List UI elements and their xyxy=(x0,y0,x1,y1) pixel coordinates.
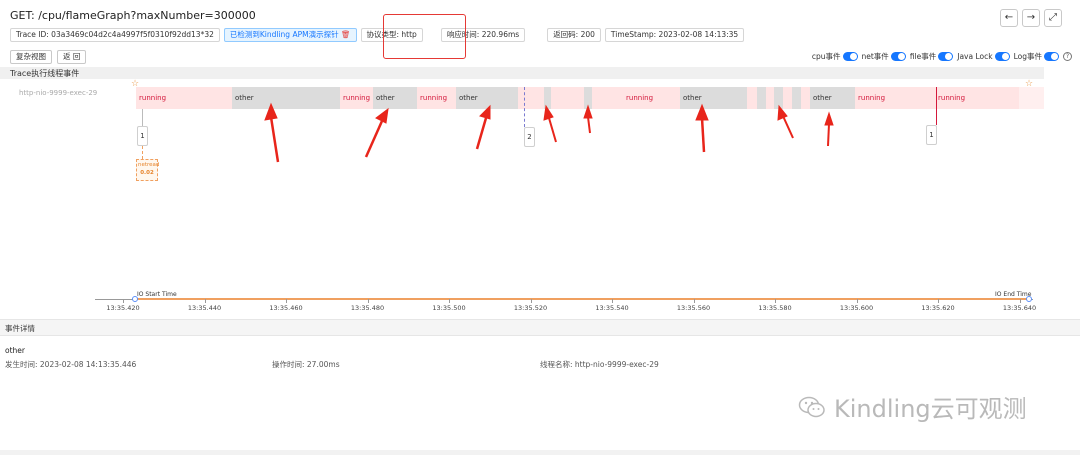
axis-tick xyxy=(1019,299,1021,303)
details-header-bar xyxy=(0,319,1080,336)
axis-tick-label: 13:35.420 xyxy=(106,304,140,312)
axis-tick-label: 13:35.480 xyxy=(350,304,385,312)
annotation-arrow-head xyxy=(695,103,709,121)
detail-duration: 操作时间: 27.00ms xyxy=(272,360,340,369)
watermark: Kindling云可观测 xyxy=(798,389,1027,424)
axis-tick-label: 13:35.520 xyxy=(513,304,548,312)
axis-tick xyxy=(123,299,124,303)
axis-tick xyxy=(449,299,450,303)
wechat-icon xyxy=(798,396,825,417)
annotation-arrow-head xyxy=(264,102,278,121)
details-section-title: 事件详情 xyxy=(5,324,35,333)
annotation-arrow-head xyxy=(543,104,554,121)
annotation-arrow xyxy=(475,117,488,150)
annotation-arrow xyxy=(782,115,794,139)
annotation-arrow xyxy=(827,123,830,147)
detail-occur-time: 发生时间: 2023-02-08 14:13:35.446 xyxy=(5,360,137,369)
axis-tick xyxy=(938,299,939,303)
axis-tick xyxy=(693,299,695,303)
bottom-strip xyxy=(0,450,1080,455)
annotation-arrows xyxy=(264,102,834,163)
io-start-label: IO Start Time xyxy=(137,291,177,298)
annotation-arrow-head xyxy=(777,104,788,121)
axis-tick-label: 13:35.600 xyxy=(839,304,874,312)
detail-event-name: other xyxy=(5,346,25,355)
annotation-arrow xyxy=(269,116,280,163)
annotation-arrow-head xyxy=(375,107,389,124)
watermark-text: Kindling云可观测 xyxy=(834,395,1027,423)
axis-tick-label: 13:35.440 xyxy=(187,304,222,312)
annotation-arrow-head xyxy=(479,104,491,120)
annotation-arrow xyxy=(548,117,557,143)
axis-tick-label: 13:35.640 xyxy=(1002,304,1037,312)
annotation-arrow-head xyxy=(583,104,593,119)
annotation-arrow-head xyxy=(824,111,834,126)
axis-tick xyxy=(856,299,858,303)
axis-tick xyxy=(612,299,613,303)
annotation-arrow xyxy=(700,117,706,153)
io-end-label: IO End Time xyxy=(995,291,1032,298)
annotation-arrow xyxy=(587,116,591,134)
detail-thread-name: 线程名称: http-nio-9999-exec-29 xyxy=(540,360,659,369)
axis-tick-label: 13:35.540 xyxy=(595,304,629,312)
axis-tick xyxy=(367,299,369,303)
axis-tick xyxy=(530,299,532,303)
axis-tick-label: 13:35.620 xyxy=(921,304,955,312)
annotation-arrow xyxy=(364,120,384,158)
axis-tick-label: 13:35.500 xyxy=(432,304,466,312)
axis-tick-label: 13:35.460 xyxy=(269,304,303,312)
axis-tick xyxy=(204,299,206,303)
axis-tick xyxy=(775,299,776,303)
io-span-line xyxy=(135,298,1029,300)
axis-tick xyxy=(286,299,287,303)
axis-tick-label: 13:35.560 xyxy=(676,304,711,312)
axis-tick-label: 13:35.580 xyxy=(758,304,792,312)
